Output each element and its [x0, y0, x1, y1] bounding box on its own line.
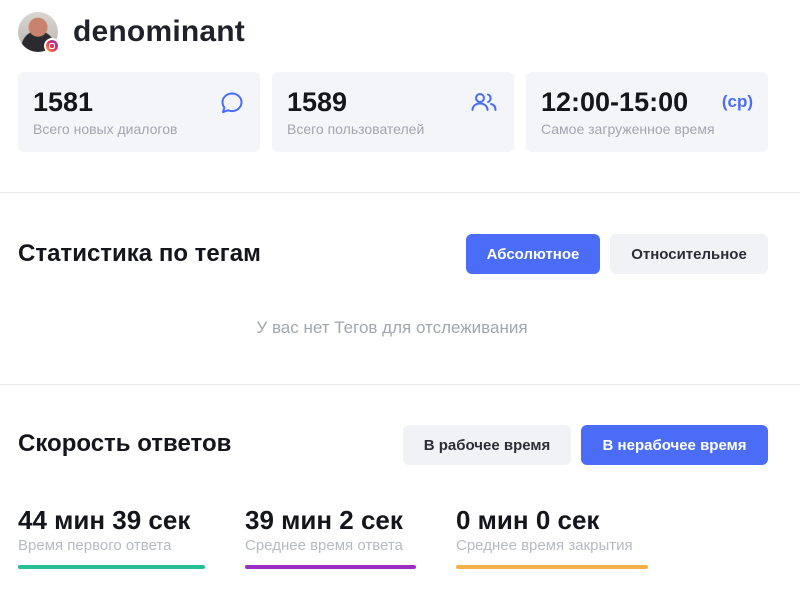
weekday-badge: (ср) [721, 92, 753, 111]
off-time-toggle-button[interactable]: В нерабочее время [581, 425, 768, 465]
stat-value: 1589 [287, 87, 348, 117]
metric-value: 44 мин 39 сек [18, 505, 191, 535]
stat-card-dialogs: 1581 Всего новых диалогов [18, 72, 260, 152]
metric-label: Время первого ответа [18, 537, 172, 554]
avatar[interactable] [18, 12, 60, 54]
instagram-icon [44, 38, 60, 54]
work-time-toggle-button[interactable]: В рабочее время [403, 425, 571, 465]
relative-toggle-button[interactable]: Относительное [610, 234, 768, 274]
divider [0, 192, 800, 193]
metric-value: 0 мин 0 сек [456, 505, 600, 535]
stat-card-users: 1589 Всего пользователей [272, 72, 514, 152]
tags-section-title: Статистика по тегам [18, 240, 261, 267]
metric-bar [456, 565, 648, 569]
stat-label: Всего новых диалогов [33, 121, 178, 137]
metric-first-response: 44 мин 39 сек Время первого ответа [18, 505, 190, 554]
metric-average-response: 39 мин 2 сек Среднее время ответа [245, 505, 403, 554]
stat-label: Самое загруженное время [541, 121, 715, 137]
account-header: denominant [18, 12, 245, 54]
tags-empty-message: У вас нет Тегов для отслеживания [256, 318, 528, 337]
metric-value: 39 мин 2 сек [245, 505, 403, 535]
chat-bubble-icon [219, 90, 245, 121]
stat-label: Всего пользователей [287, 121, 425, 137]
account-name: denominant [73, 15, 245, 48]
metric-average-close: 0 мин 0 сек Среднее время закрытия [456, 505, 633, 554]
metric-bar [18, 565, 205, 569]
speed-section-title: Скорость ответов [18, 430, 232, 457]
stat-card-busiest-time: 12:00-15:00 Самое загруженное время (ср) [526, 72, 768, 152]
metric-label: Среднее время закрытия [456, 537, 633, 554]
metric-label: Среднее время ответа [245, 537, 403, 554]
metric-bar [245, 565, 416, 569]
users-icon [469, 90, 499, 119]
absolute-toggle-button[interactable]: Абсолютное [466, 234, 600, 274]
divider [0, 384, 800, 385]
stat-value: 1581 [33, 87, 94, 117]
